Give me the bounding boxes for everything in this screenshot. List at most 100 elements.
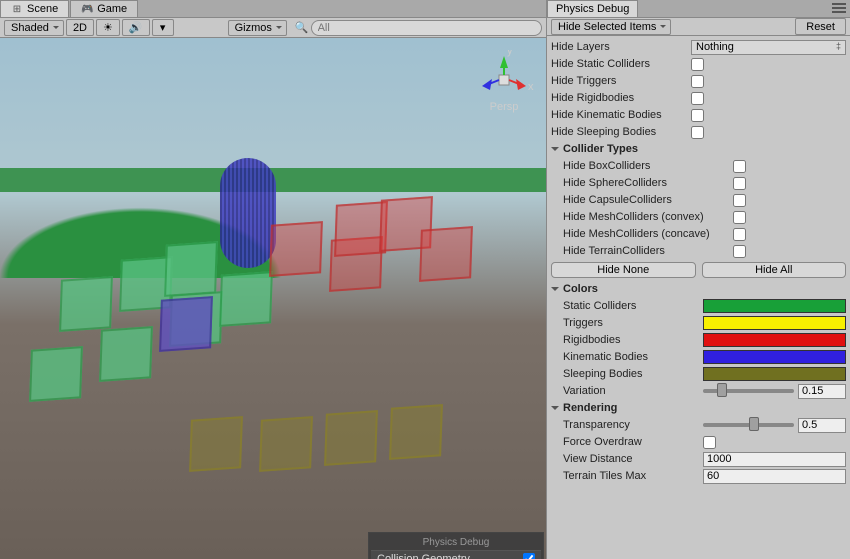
svg-text:y: y [507,50,513,57]
mode-2d-button[interactable]: 2D [66,19,94,36]
search-icon: 🔍 [295,21,309,34]
tab-physics-debug[interactable]: Physics Debug [547,0,638,17]
hide-rigid-checkbox[interactable] [691,92,704,105]
tab-scene-label: Scene [27,3,58,15]
hide-sleeping-checkbox[interactable] [691,126,704,139]
color-static-label: Static Colliders [563,300,703,312]
force-overdraw-label: Force Overdraw [563,436,703,448]
cube-red [419,226,473,282]
hide-rigid-label: Hide Rigidbodies [551,92,691,104]
collider-types-foldout[interactable]: Collider Types [551,141,846,157]
inspector-tab-bar: Physics Debug [547,0,850,18]
hide-none-button[interactable]: Hide None [551,262,696,278]
overlay-collision-geometry-label: Collision Geometry [377,553,470,559]
color-rigid-label: Rigidbodies [563,334,703,346]
force-overdraw-checkbox[interactable] [703,436,716,449]
cube-olive [389,404,443,460]
rendering-foldout[interactable]: Rendering [551,400,846,416]
hide-layers-label: Hide Layers [551,41,691,53]
cube-green [164,241,218,297]
color-sleeping-label: Sleeping Bodies [563,368,703,380]
view-distance-label: View Distance [563,453,703,465]
panel-menu-button[interactable] [832,3,846,13]
scene-search-input[interactable] [311,20,542,36]
color-kinematic-label: Kinematic Bodies [563,351,703,363]
hide-static-label: Hide Static Colliders [551,58,691,70]
svg-text:Persp: Persp [490,101,519,113]
cube-olive [259,416,313,472]
panel-body: Hide Layers Nothing Hide Static Collider… [547,36,850,559]
lighting-toggle-button[interactable]: ☀ [96,19,120,36]
cube-olive [324,410,378,466]
panel-toolbar: Hide Selected Items Reset [547,18,850,36]
scene-viewport[interactable]: Persp y x Physics Debug Collision Geomet… [0,38,546,559]
hide-terrain-checkbox[interactable] [733,245,746,258]
shading-dropdown[interactable]: Shaded [4,20,64,36]
orientation-gizmo[interactable]: Persp y x [474,50,534,110]
hide-capsule-checkbox[interactable] [733,194,746,207]
color-static-swatch[interactable] [703,299,846,313]
hide-sleeping-label: Hide Sleeping Bodies [551,126,691,138]
hide-capsule-label: Hide CapsuleColliders [563,194,733,206]
hide-all-button[interactable]: Hide All [702,262,847,278]
overlay-title: Physics Debug [371,535,541,550]
color-sleeping-swatch[interactable] [703,367,846,381]
hide-mode-dropdown[interactable]: Hide Selected Items [551,19,671,35]
scene-search: 🔍 [295,20,542,36]
hide-mesh-concave-label: Hide MeshColliders (concave) [563,228,733,240]
hide-mesh-convex-checkbox[interactable] [733,211,746,224]
cube-purple [159,296,213,352]
variation-label: Variation [563,385,703,397]
capsule-collider [220,158,276,268]
color-rigid-swatch[interactable] [703,333,846,347]
hide-sphere-checkbox[interactable] [733,177,746,190]
reset-button[interactable]: Reset [795,18,846,35]
tab-game-label: Game [97,3,127,15]
transparency-slider[interactable] [703,423,794,427]
cube-green [99,326,153,382]
hide-layers-select[interactable]: Nothing [691,40,846,55]
colors-foldout[interactable]: Colors [551,281,846,297]
hide-sphere-label: Hide SphereColliders [563,177,733,189]
scene-icon: ⊞ [11,3,23,15]
hide-kinematic-checkbox[interactable] [691,109,704,122]
physics-debug-overlay: Physics Debug Collision Geometry Mouse S… [368,532,544,559]
image-icon: ▾ [160,21,166,34]
transparency-label: Transparency [563,419,703,431]
scene-tab-bar: ⊞ Scene 🎮 Game [0,0,546,18]
tab-scene[interactable]: ⊞ Scene [0,0,69,17]
variation-slider[interactable] [703,389,794,393]
overlay-collision-geometry-checkbox[interactable] [523,553,535,559]
hide-kinematic-label: Hide Kinematic Bodies [551,109,691,121]
audio-toggle-button[interactable]: 🔊 [122,19,150,36]
variation-input[interactable] [798,384,846,399]
hide-mesh-convex-label: Hide MeshColliders (convex) [563,211,733,223]
sun-icon: ☀ [103,21,113,34]
cube-green [29,346,83,402]
cube-green [59,276,113,332]
cube-green [219,271,273,327]
terrain-tiles-label: Terrain Tiles Max [563,470,703,482]
hide-terrain-label: Hide TerrainColliders [563,245,733,257]
scene-toolbar: Shaded 2D ☀ 🔊 ▾ Gizmos 🔍 [0,18,546,38]
hide-triggers-checkbox[interactable] [691,75,704,88]
cube-olive [189,416,243,472]
hide-box-label: Hide BoxColliders [563,160,733,172]
color-triggers-label: Triggers [563,317,703,329]
svg-text:x: x [528,81,534,93]
tab-game[interactable]: 🎮 Game [70,0,138,17]
hide-static-checkbox[interactable] [691,58,704,71]
hide-mesh-concave-checkbox[interactable] [733,228,746,241]
cube-red [269,221,323,277]
view-distance-input[interactable] [703,452,846,467]
color-kinematic-swatch[interactable] [703,350,846,364]
game-icon: 🎮 [81,3,93,15]
terrain-tiles-input[interactable] [703,469,846,484]
speaker-icon: 🔊 [129,21,143,34]
fx-toggle-button[interactable]: ▾ [152,19,174,36]
transparency-input[interactable] [798,418,846,433]
color-triggers-swatch[interactable] [703,316,846,330]
hide-box-checkbox[interactable] [733,160,746,173]
hide-triggers-label: Hide Triggers [551,75,691,87]
gizmos-dropdown[interactable]: Gizmos [228,20,287,36]
